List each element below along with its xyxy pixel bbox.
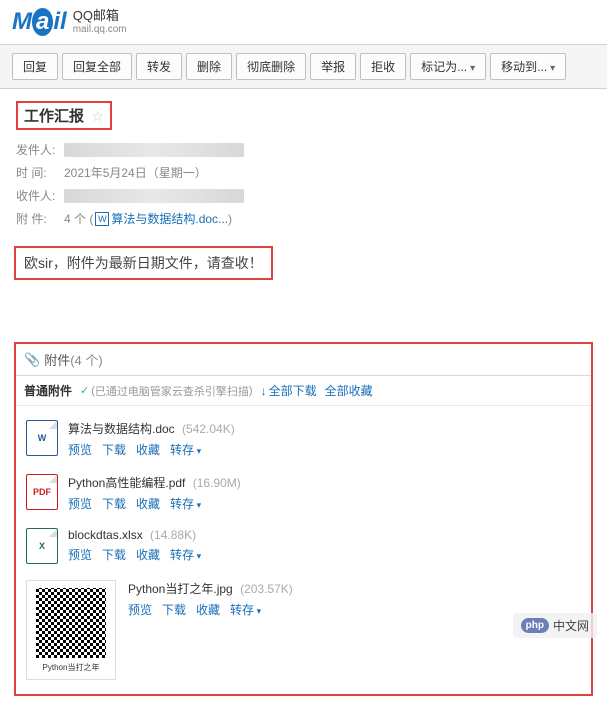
watermark-text: 中文网 bbox=[553, 617, 589, 634]
download-link[interactable]: 下载 bbox=[102, 495, 126, 512]
file-size: (542.04K) bbox=[182, 422, 235, 436]
thumbnail-caption: Python当打之年 bbox=[43, 662, 100, 673]
attachment-item: X blockdtas.xlsx (14.88K) 预览 下载 收藏 转存 bbox=[26, 520, 581, 572]
brand-name: QQ邮箱 bbox=[73, 9, 127, 23]
preview-link[interactable]: 预览 bbox=[68, 495, 92, 512]
to-row: 收件人: bbox=[16, 184, 591, 207]
attach-paren-close: ) bbox=[228, 212, 232, 226]
attachment-item: Python当打之年 Python当打之年.jpg (203.57K) 预览 下… bbox=[26, 572, 581, 688]
mark-as-dropdown[interactable]: 标记为... bbox=[410, 53, 486, 80]
email-subject: 工作汇报 bbox=[24, 108, 84, 125]
file-info: Python当打之年.jpg (203.57K) 预览 下载 收藏 转存 bbox=[128, 580, 581, 618]
forward-button[interactable]: 转发 bbox=[136, 53, 182, 80]
logo-mail-icon: Mail bbox=[12, 8, 67, 36]
date-label: 时 间: bbox=[16, 164, 64, 181]
reject-button[interactable]: 拒收 bbox=[360, 53, 406, 80]
body-text: 欧sir，附件为最新日期文件，请查收！ bbox=[14, 246, 273, 280]
file-name: Python高性能编程.pdf bbox=[68, 476, 185, 490]
preview-link[interactable]: 预览 bbox=[68, 546, 92, 563]
php-badge-icon: php bbox=[521, 618, 549, 633]
move-to-dropdown[interactable]: 移动到... bbox=[490, 53, 566, 80]
attach-first-link[interactable]: 算法与数据结构.doc... bbox=[111, 210, 228, 227]
file-size: (14.88K) bbox=[150, 528, 196, 542]
attachments-section: 📎 附件 (4 个) 普通附件 ✓ (已通过电脑管家云查杀引擎扫描) ↓全部下载… bbox=[14, 342, 593, 696]
save-to-link[interactable]: 转存 bbox=[170, 495, 201, 512]
logo[interactable]: Mail QQ邮箱 mail.qq.com bbox=[12, 8, 127, 36]
report-button[interactable]: 举报 bbox=[310, 53, 356, 80]
attachment-list: W 算法与数据结构.doc (542.04K) 预览 下载 收藏 转存 PDF … bbox=[16, 406, 591, 694]
attach-label: 附 件: bbox=[16, 210, 64, 227]
date-row: 时 间: 2021年5月24日（星期一） bbox=[16, 161, 591, 184]
favorite-link[interactable]: 收藏 bbox=[196, 601, 220, 618]
attachments-count: (4 个) bbox=[70, 350, 103, 369]
favorite-link[interactable]: 收藏 bbox=[136, 495, 160, 512]
brand-url: mail.qq.com bbox=[73, 24, 127, 35]
reply-button[interactable]: 回复 bbox=[12, 53, 58, 80]
attachment-item: W 算法与数据结构.doc (542.04K) 预览 下载 收藏 转存 bbox=[26, 412, 581, 466]
download-link[interactable]: 下载 bbox=[162, 601, 186, 618]
scan-note: ✓ (已通过电脑管家云查杀引擎扫描) bbox=[80, 383, 253, 399]
toolbar: 回复 回复全部 转发 删除 彻底删除 举报 拒收 标记为... 移动到... bbox=[0, 45, 607, 89]
from-value bbox=[64, 143, 244, 157]
file-icon-pdf: PDF bbox=[26, 474, 58, 510]
file-actions: 预览 下载 收藏 转存 bbox=[68, 495, 581, 512]
preview-link[interactable]: 预览 bbox=[128, 601, 152, 618]
favorite-all-link[interactable]: 全部收藏 bbox=[325, 382, 373, 399]
logo-brand: QQ邮箱 mail.qq.com bbox=[73, 9, 127, 34]
star-icon[interactable]: ☆ bbox=[91, 108, 104, 124]
attach-meta-row: 附 件: 4 个 ( W 算法与数据结构.doc... ) bbox=[16, 207, 591, 230]
date-value: 2021年5月24日（星期一） bbox=[64, 164, 207, 181]
file-info: Python高性能编程.pdf (16.90M) 预览 下载 收藏 转存 bbox=[68, 474, 581, 512]
file-thumbnail-image[interactable]: Python当打之年 bbox=[26, 580, 116, 680]
download-link[interactable]: 下载 bbox=[102, 441, 126, 458]
from-label: 发件人: bbox=[16, 141, 64, 158]
file-info: 算法与数据结构.doc (542.04K) 预览 下载 收藏 转存 bbox=[68, 420, 581, 458]
download-icon: ↓ bbox=[261, 384, 267, 398]
favorite-link[interactable]: 收藏 bbox=[136, 441, 160, 458]
file-info: blockdtas.xlsx (14.88K) 预览 下载 收藏 转存 bbox=[68, 528, 581, 563]
to-value bbox=[64, 189, 244, 203]
file-name: 算法与数据结构.doc bbox=[68, 422, 175, 436]
from-row: 发件人: bbox=[16, 138, 591, 161]
email-meta: 工作汇报 ☆ 发件人: 时 间: 2021年5月24日（星期一） 收件人: 附 … bbox=[0, 89, 607, 242]
preview-link[interactable]: 预览 bbox=[68, 441, 92, 458]
file-icon-doc: W bbox=[26, 420, 58, 456]
watermark: php 中文网 bbox=[513, 613, 597, 638]
save-to-link[interactable]: 转存 bbox=[170, 546, 201, 563]
file-icon-xls: X bbox=[26, 528, 58, 564]
file-size: (203.57K) bbox=[240, 582, 293, 596]
shield-icon: ✓ bbox=[80, 384, 89, 397]
file-name: blockdtas.xlsx bbox=[68, 528, 143, 542]
email-body: 欧sir，附件为最新日期文件，请查收！ bbox=[0, 242, 607, 292]
subject-row: 工作汇报 ☆ bbox=[16, 101, 112, 130]
favorite-link[interactable]: 收藏 bbox=[136, 546, 160, 563]
file-actions: 预览 下载 收藏 转存 bbox=[68, 441, 581, 458]
to-label: 收件人: bbox=[16, 187, 64, 204]
file-name: Python当打之年.jpg bbox=[128, 582, 233, 596]
save-to-link[interactable]: 转存 bbox=[230, 601, 261, 618]
delete-button[interactable]: 删除 bbox=[186, 53, 232, 80]
attach-paren: ( bbox=[86, 212, 93, 226]
attachments-subheader: 普通附件 ✓ (已通过电脑管家云查杀引擎扫描) ↓全部下载 全部收藏 bbox=[16, 376, 591, 406]
paperclip-icon: 📎 bbox=[24, 352, 40, 368]
reply-all-button[interactable]: 回复全部 bbox=[62, 53, 132, 80]
attach-count-meta: 4 个 bbox=[64, 210, 86, 227]
save-to-link[interactable]: 转存 bbox=[170, 441, 201, 458]
delete-permanent-button[interactable]: 彻底删除 bbox=[236, 53, 306, 80]
qr-code-icon bbox=[36, 588, 106, 658]
file-actions: 预览 下载 收藏 转存 bbox=[68, 546, 581, 563]
download-all-link[interactable]: ↓全部下载 bbox=[261, 382, 317, 399]
attachments-title: 附件 bbox=[44, 350, 70, 369]
app-header: Mail QQ邮箱 mail.qq.com bbox=[0, 0, 607, 45]
doc-icon: W bbox=[95, 212, 109, 226]
file-size: (16.90M) bbox=[193, 476, 241, 490]
attachment-item: PDF Python高性能编程.pdf (16.90M) 预览 下载 收藏 转存 bbox=[26, 466, 581, 520]
download-link[interactable]: 下载 bbox=[102, 546, 126, 563]
attachments-section-label: 普通附件 bbox=[24, 382, 72, 399]
attachments-header: 📎 附件 (4 个) bbox=[16, 344, 591, 376]
